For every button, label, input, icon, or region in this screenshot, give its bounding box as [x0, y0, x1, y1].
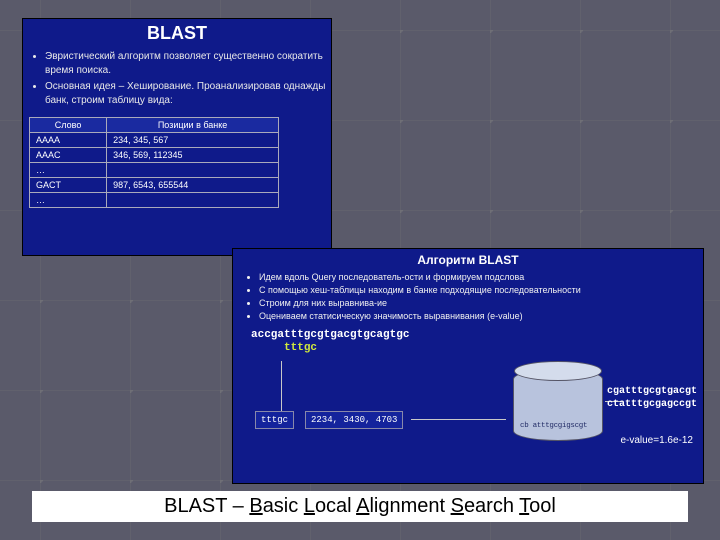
query-line: accgatttgcgtgacgtgcagtgc — [251, 329, 409, 341]
col-word: Слово — [30, 118, 107, 133]
cell: AAAC — [30, 148, 107, 163]
col-positions: Позиции в банке — [107, 118, 279, 133]
cell: 987, 6543, 655544 — [107, 178, 279, 193]
cell — [107, 163, 279, 178]
cell: 234, 345, 567 — [107, 133, 279, 148]
panel2-bullets: Идем вдоль Query последователь-ости и фо… — [233, 271, 703, 323]
result-sequences: cgatttgcgtgacgt ctatttgcgagccgt — [607, 385, 697, 411]
cap-basic: asic — [263, 495, 304, 517]
bullet: С помощью хеш-таблицы находим в банке по… — [259, 284, 703, 296]
bullet: Идем вдоль Query последователь-ости и фо… — [259, 271, 703, 283]
cap-a: A — [356, 495, 369, 517]
cell: AAAA — [30, 133, 107, 148]
cap-align: lignment — [369, 495, 450, 517]
box-word: tttgc — [261, 415, 288, 425]
panel1-bullets: Эвристический алгоритм позволяет существ… — [23, 50, 331, 107]
cell: GACT — [30, 178, 107, 193]
arrow-line — [281, 361, 282, 411]
positions-box: 2234, 3430, 4703 — [305, 411, 403, 429]
cap-tool: ool — [529, 495, 556, 517]
cap-l: L — [304, 495, 315, 517]
caption-acronym: BLAST – Basic Local Alignment Search Too… — [32, 491, 688, 522]
arrow-line — [411, 419, 506, 420]
cylinder-label: cb atttgcgigscgt — [518, 421, 600, 431]
cell: … — [30, 193, 107, 208]
caption-prefix: BLAST – — [164, 495, 249, 517]
slide-blast-algorithm: Алгоритм BLAST Идем вдоль Query последов… — [232, 248, 704, 484]
panel1-bullet: Основная идея – Хеширование. Проанализир… — [45, 80, 331, 107]
cap-search: earch — [464, 495, 519, 517]
cap-b: B — [249, 495, 262, 517]
result-seq: cgatttgcgtgacgt — [607, 385, 697, 398]
cap-t: T — [519, 495, 529, 517]
subword-box: tttgc — [255, 411, 294, 429]
cap-s: S — [451, 495, 464, 517]
result-seq: ctatttgcgagccgt — [607, 398, 697, 411]
panel1-title: BLAST — [23, 19, 331, 50]
cell: 346, 569, 112345 — [107, 148, 279, 163]
query-sequence: accgatttgcgtgacgtgcagtgc tttgc — [251, 329, 703, 355]
box-positions: 2234, 3430, 4703 — [311, 415, 397, 425]
hash-table: Слово Позиции в банке AAAA234, 345, 567 … — [29, 117, 279, 208]
cell: … — [30, 163, 107, 178]
bullet: Оцениваем статисическую значимость вырав… — [259, 310, 703, 322]
bullet: Строим для них выравнива-ие — [259, 297, 703, 309]
cap-local: ocal — [315, 495, 356, 517]
query-subword: tttgc — [284, 342, 317, 354]
cell — [107, 193, 279, 208]
slide-blast-intro: BLAST Эвристический алгоритм позволяет с… — [22, 18, 332, 256]
panel1-bullet: Эвристический алгоритм позволяет существ… — [45, 50, 331, 77]
evalue-label: e-value=1.6e-12 — [620, 435, 693, 446]
panel2-title: Алгоритм BLAST — [233, 249, 703, 271]
